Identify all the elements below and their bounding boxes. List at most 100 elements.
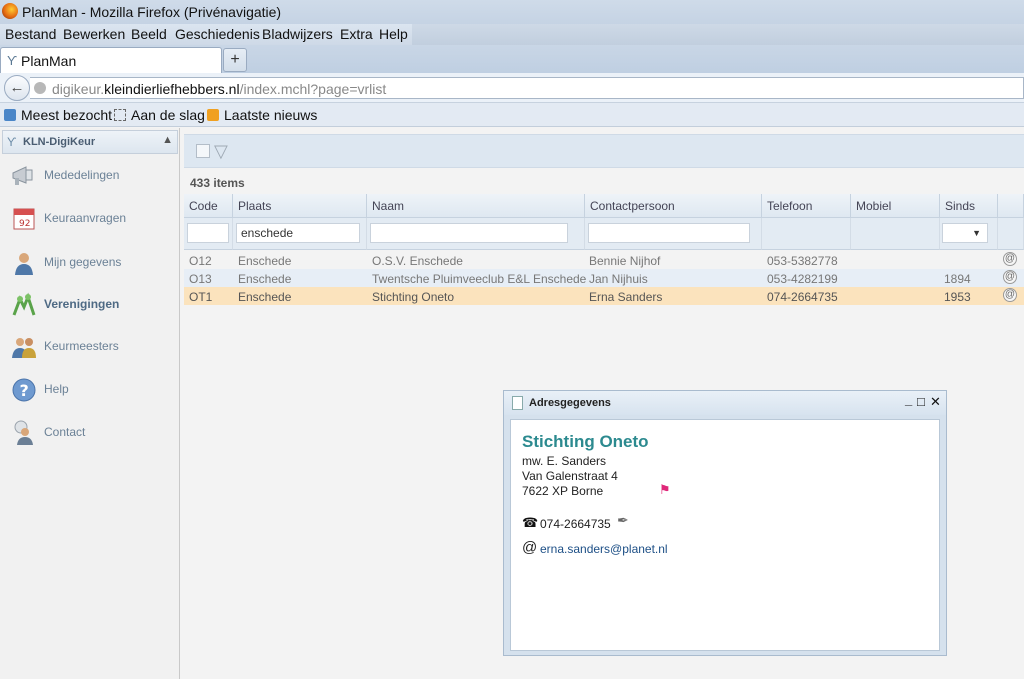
filter-plaats-input[interactable] (236, 223, 360, 243)
sidebar-item-label: Mededelingen (44, 168, 120, 182)
filter-contactpersoon-input[interactable] (588, 223, 750, 243)
rss-feed-icon (207, 109, 219, 121)
planman-favicon-icon: ϒ (7, 53, 18, 68)
cell-sinds: 1894 (944, 272, 971, 286)
menu-bladwijzers[interactable]: Bladwijzers (262, 26, 333, 42)
calendar-icon: 92 (13, 208, 35, 230)
bookmark-meest-bezocht[interactable]: Meest bezocht (21, 107, 112, 123)
sidebar-item-help[interactable]: ? Help (10, 374, 178, 406)
background-window-ghost (412, 24, 1024, 45)
filter-icon[interactable]: ▽ (214, 141, 228, 162)
close-icon[interactable]: ✕ (930, 394, 941, 410)
svg-text:?: ? (20, 381, 29, 400)
sidebar-item-keuraanvragen[interactable]: 92 Keuraanvragen (10, 203, 178, 235)
site-identity-icon[interactable] (34, 82, 46, 94)
menu-extra[interactable]: Extra (340, 26, 373, 42)
menu-geschiedenis[interactable]: Geschiedenis (175, 26, 260, 42)
table-row[interactable]: O13 Enschede Twentsche Pluimveeclub E&L … (184, 269, 1024, 287)
filter-cell-telefoon (762, 218, 851, 250)
tab-planman[interactable]: ϒ PlanMan (0, 47, 222, 73)
header-label: Contactpersoon (590, 199, 675, 213)
cell-contactpersoon: Bennie Nijhof (589, 254, 661, 268)
street-address: Van Galenstraat 4 (522, 469, 618, 483)
sidebar-item-label: Mijn gegevens (44, 255, 122, 269)
filter-code-input[interactable] (187, 223, 229, 243)
sidebar-item-label: Keurmeesters (44, 339, 119, 353)
dialog-titlebar[interactable]: Adresgegevens _ □ ✕ (504, 391, 946, 415)
sidebar-item-contact[interactable]: Contact (10, 417, 178, 449)
filter-sinds-select[interactable]: ▼ (942, 223, 988, 243)
email-at-icon[interactable]: @ (1003, 270, 1017, 284)
cell-telefoon: 053-5382778 (767, 254, 838, 268)
new-tab-button[interactable]: + (223, 48, 247, 72)
cell-contactpersoon: Erna Sanders (589, 290, 663, 304)
url-pre: digikeur. (52, 81, 105, 97)
bookmark-laatste-nieuws[interactable]: Laatste nieuws (224, 107, 317, 123)
help-icon: ? (12, 378, 36, 402)
postal-city: 7622 XP Borne (522, 484, 604, 498)
dialog-title: Adresgegevens (529, 397, 611, 409)
filter-cell-sinds: ▼ (940, 218, 998, 250)
header-label: Telefoon (767, 199, 813, 213)
organisation-name: Stichting Oneto (522, 432, 649, 451)
sidebar-item-mijn-gegevens[interactable]: Mijn gegevens (10, 247, 178, 279)
cell-naam: Twentsche Pluimveeclub E&L Enschede (372, 272, 587, 286)
bookmark-aan-de-slag[interactable]: Aan de slag (131, 107, 205, 123)
list-toolbar: ▽ (184, 134, 1024, 168)
telephone-icon: ☎ (522, 515, 539, 530)
user-icon (15, 253, 33, 275)
table-row[interactable]: O12 Enschede O.S.V. Enschede Bennie Nijh… (184, 251, 1024, 269)
sidebar-item-mededelingen[interactable]: Mededelingen (10, 160, 178, 192)
megaphone-icon (12, 166, 33, 185)
select-all-checkbox[interactable] (196, 144, 210, 158)
map-pin-icon[interactable]: ⚑ (659, 482, 671, 498)
email-at-icon[interactable]: @ (1003, 252, 1017, 266)
sidebar: ϒ KLN-DigiKeur ▲ Mededelingen 92 Keuraan… (0, 128, 180, 679)
sidebar-item-keurmeesters[interactable]: Keurmeesters (10, 331, 178, 363)
column-header-contactpersoon[interactable]: Contactpersoon (585, 194, 762, 218)
sidebar-item-label: Verenigingen (44, 297, 120, 311)
column-header-mobiel[interactable]: Mobiel (851, 194, 940, 218)
column-header-sinds[interactable]: Sinds (940, 194, 998, 218)
phone-dial-icon[interactable]: ✒ (617, 512, 629, 529)
email-link[interactable]: erna.sanders@planet.nl (540, 542, 668, 556)
column-header-code[interactable]: Code (184, 194, 233, 218)
table-row-selected[interactable]: OT1 Enschede Stichting Oneto Erna Sander… (184, 287, 1024, 305)
column-header-naam[interactable]: Naam (367, 194, 585, 218)
sidebar-header[interactable]: ϒ KLN-DigiKeur ▲ (2, 130, 178, 154)
back-button[interactable]: ← (4, 75, 30, 101)
most-visited-icon (4, 109, 16, 121)
minimize-icon[interactable]: _ (905, 392, 912, 407)
cell-code: O13 (189, 272, 212, 286)
column-header-actions (998, 194, 1024, 218)
cell-telefoon: 053-4282199 (767, 272, 838, 286)
menu-bestand[interactable]: Bestand (5, 26, 56, 42)
maximize-icon[interactable]: □ (917, 394, 925, 409)
tab-label: PlanMan (21, 53, 77, 69)
svg-text:92: 92 (19, 219, 30, 229)
firefox-logo-icon (2, 3, 18, 19)
filter-cell-contactpersoon (585, 218, 762, 250)
header-label: Plaats (238, 199, 272, 213)
menu-beeld[interactable]: Beeld (131, 26, 167, 42)
column-header-plaats[interactable]: Plaats (233, 194, 367, 218)
filter-naam-input[interactable] (370, 223, 568, 243)
email-at-icon: @ (522, 539, 538, 556)
contact-icon (14, 420, 33, 445)
users-icon (12, 338, 36, 358)
email-at-icon[interactable]: @ (1003, 288, 1017, 302)
window-titlebar: PlanMan - Mozilla Firefox (Privénavigati… (0, 0, 1024, 24)
menu-bewerken[interactable]: Bewerken (63, 26, 125, 42)
item-count: 433 items (190, 176, 245, 190)
cell-plaats: Enschede (238, 254, 292, 268)
cell-plaats: Enschede (238, 272, 292, 286)
sidebar-item-verenigingen[interactable]: Verenigingen (10, 289, 178, 321)
page-icon (114, 109, 126, 121)
column-header-telefoon[interactable]: Telefoon (762, 194, 851, 218)
header-label: Code (189, 199, 218, 213)
menu-help[interactable]: Help (379, 26, 408, 42)
header-label: Mobiel (856, 199, 892, 213)
collapse-icon[interactable]: ▲ (162, 134, 173, 146)
filter-cell-code (184, 218, 233, 250)
url-bar[interactable]: digikeur.kleindierliefhebbers.nl/index.m… (30, 77, 1024, 99)
